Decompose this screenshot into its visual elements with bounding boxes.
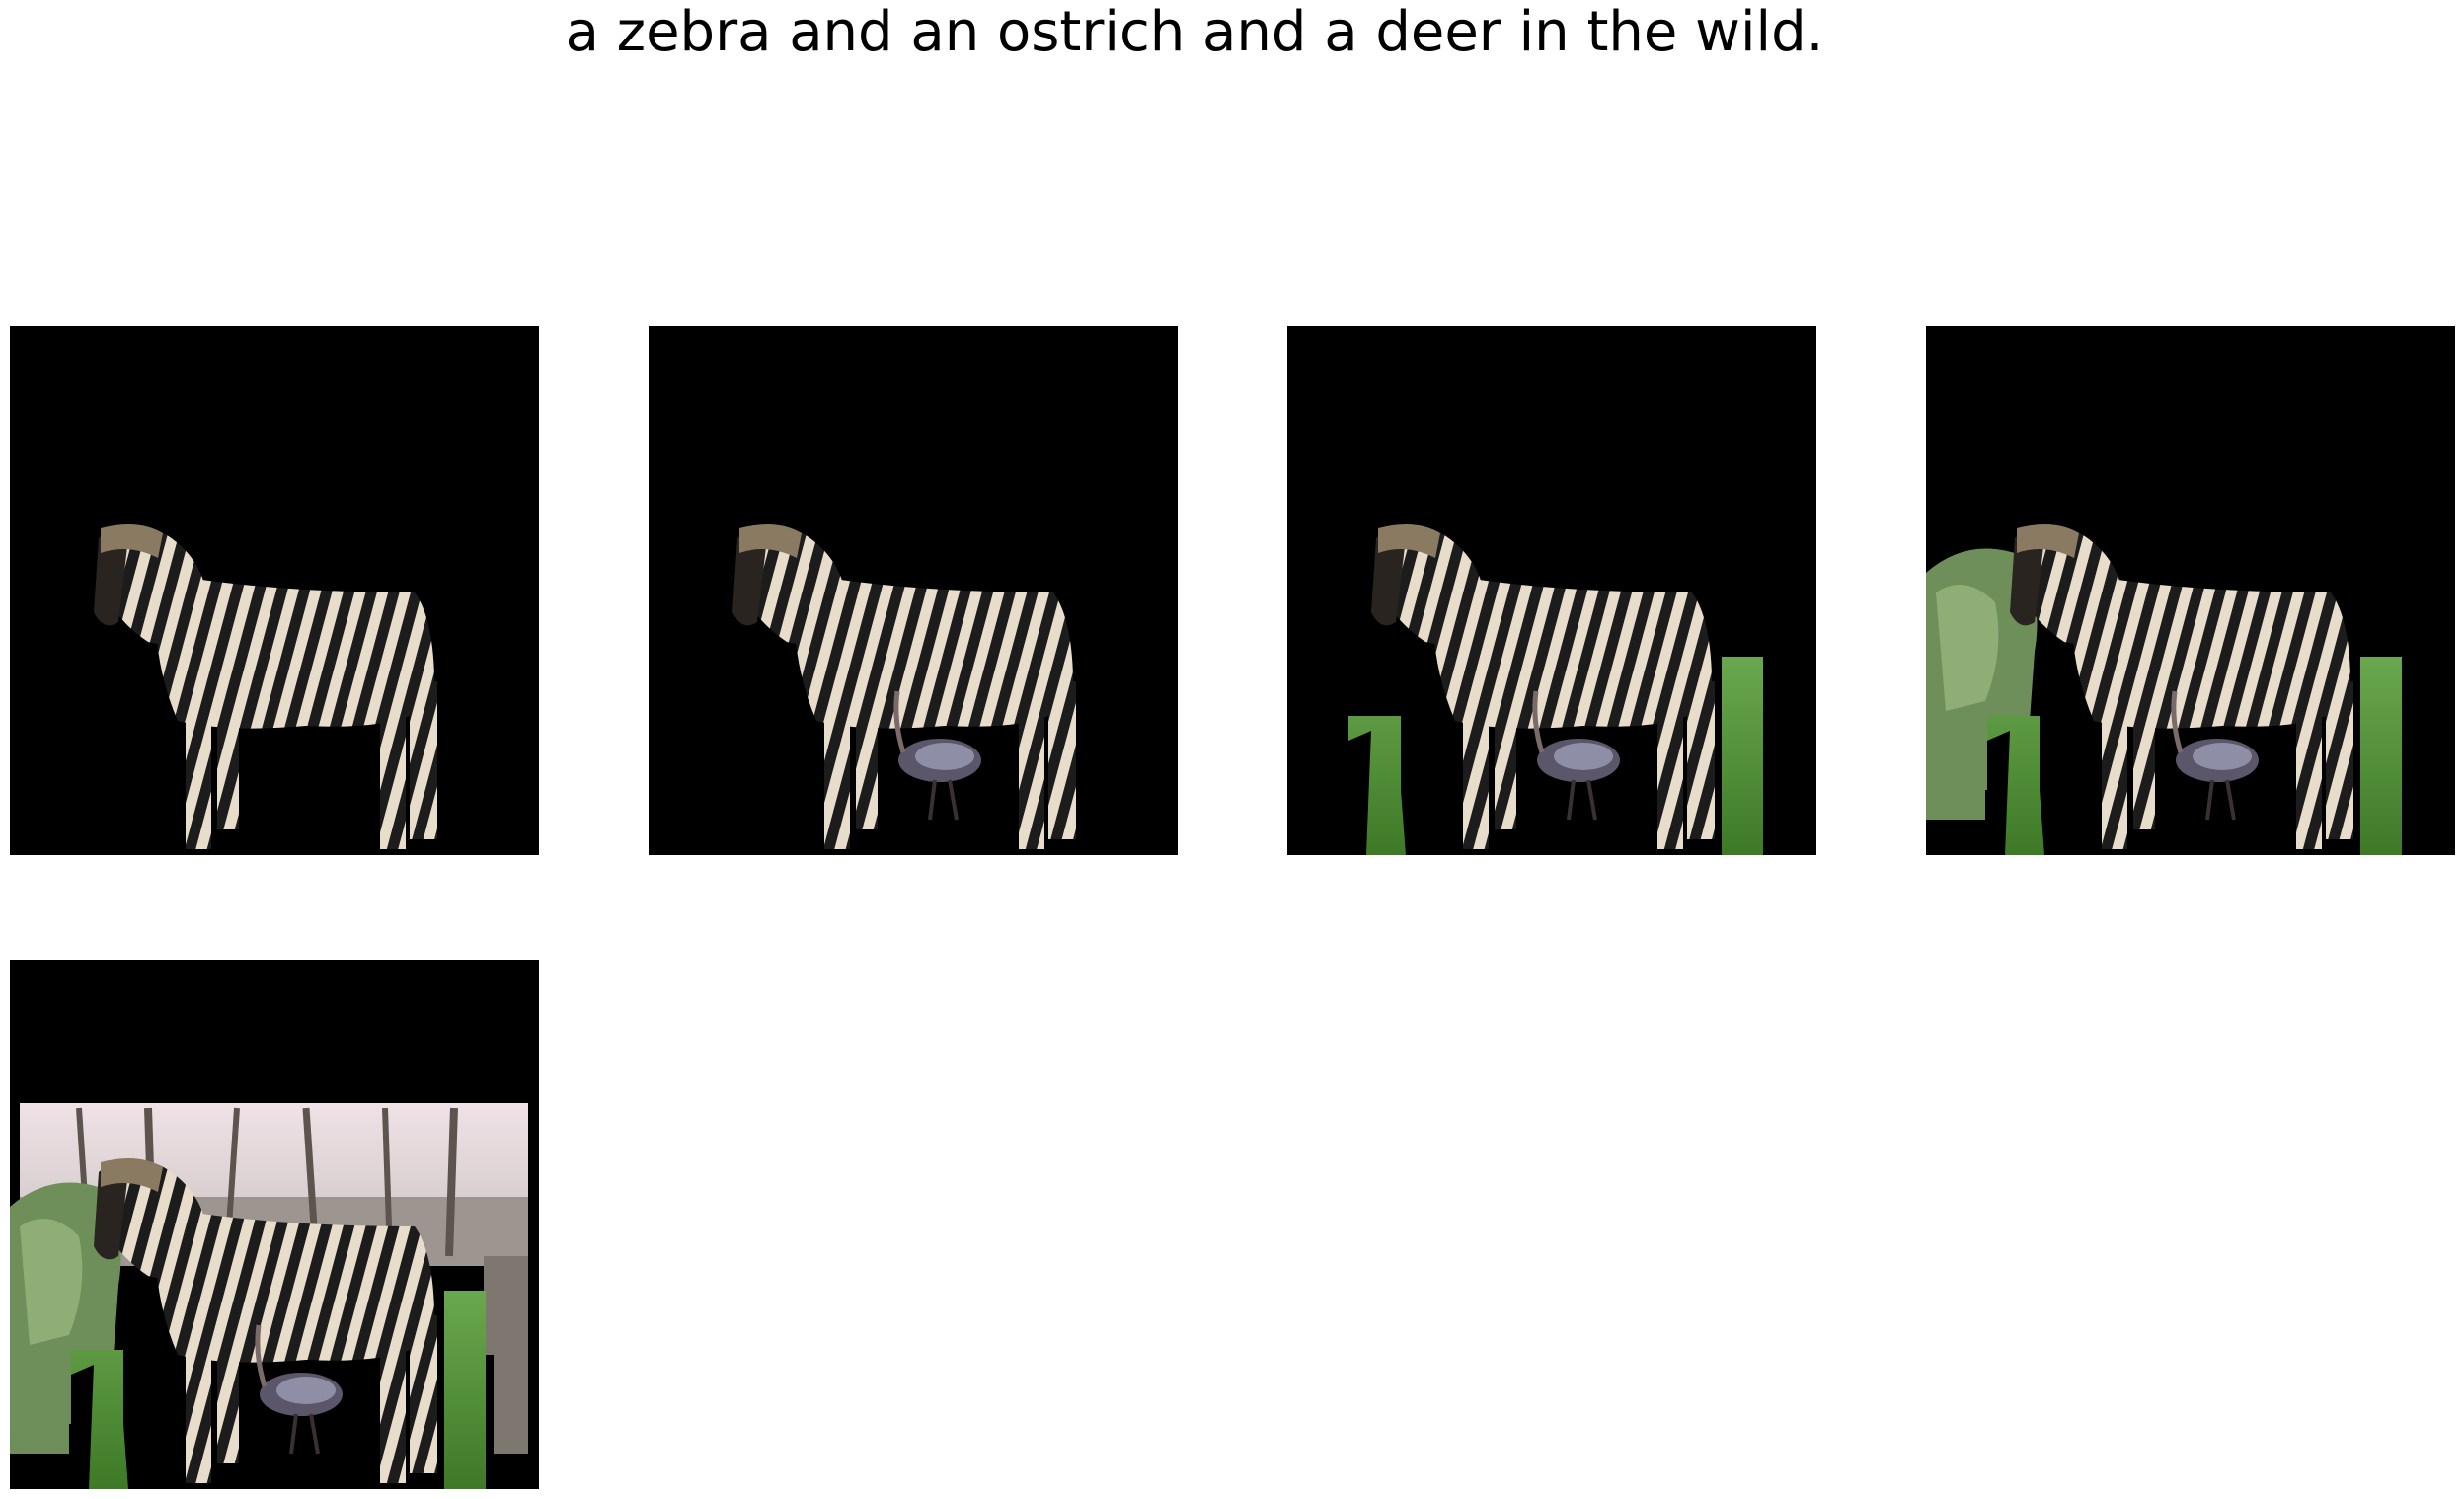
full-scene-image [10,960,539,1489]
panel-full-scene [10,960,539,1489]
bush-grass-zebra-ostrich-image [1926,524,2402,855]
zebra-shape [2010,524,2353,849]
panel-grass-zebra-ostrich [1287,326,1816,855]
zebra-shape [732,524,1076,849]
panel-zebra-ostrich [649,326,1178,855]
panel-bush-grass-zebra-ostrich [1926,326,2455,855]
zebra-shape [94,524,437,849]
zebra-ostrich-image [732,524,1076,849]
caption-title: a zebra and an ostrich and a deer in the… [565,0,1824,64]
zebra-image [94,524,437,849]
panel-zebra [10,326,539,855]
grass-zebra-ostrich-image [1348,524,1763,855]
zebra-shape [1371,524,1715,849]
